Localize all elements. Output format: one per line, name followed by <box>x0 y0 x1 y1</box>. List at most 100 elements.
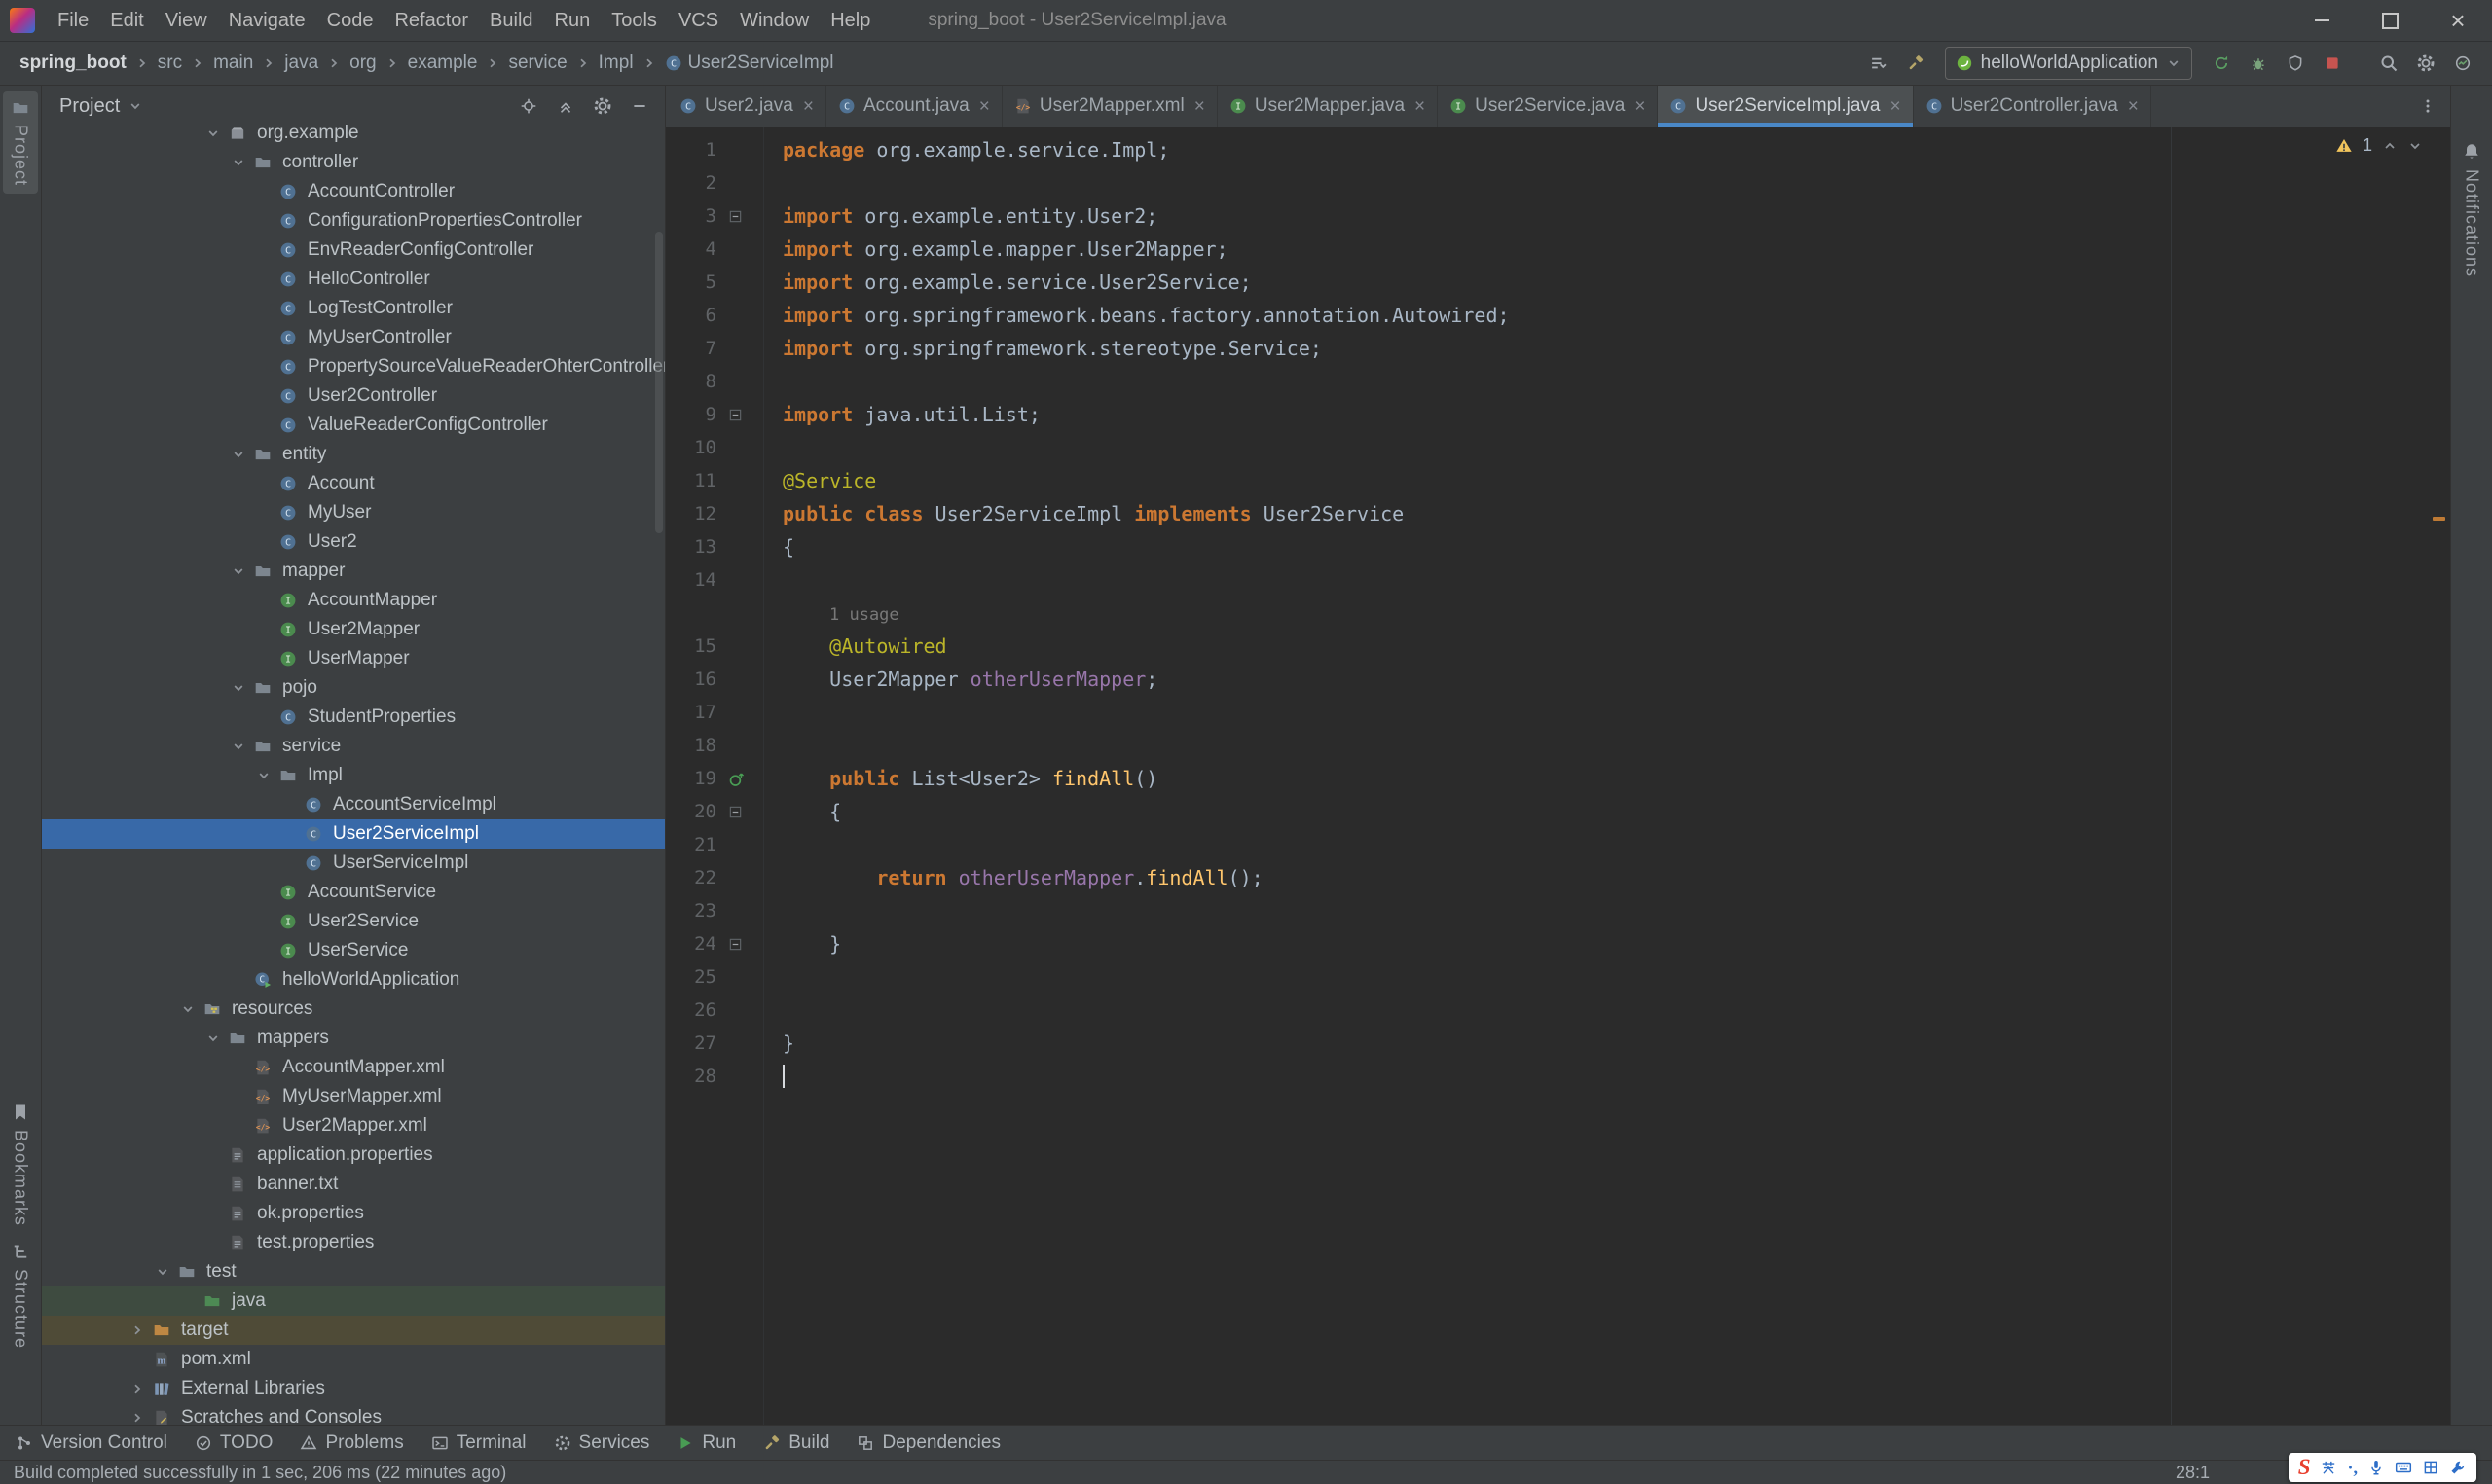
code-text[interactable]: public class User2ServiceImpl implements… <box>775 497 1404 530</box>
tree-item-service[interactable]: service <box>42 732 665 761</box>
fold-icon[interactable] <box>728 805 743 819</box>
toolwindow-button-services[interactable]: Services <box>554 1432 649 1454</box>
project-view-title[interactable]: Project <box>59 95 120 118</box>
tree-item-logtestcontroller[interactable]: C LogTestController <box>42 294 665 323</box>
settings-gear-button[interactable] <box>589 92 616 120</box>
breadcrumb-item-java[interactable]: java <box>280 51 322 76</box>
tree-item-test-properties[interactable]: test.properties <box>42 1228 665 1257</box>
tree-item-user2serviceimpl[interactable]: C User2ServiceImpl <box>42 819 665 849</box>
tree-item-userserviceimpl[interactable]: C UserServiceImpl <box>42 849 665 878</box>
menu-navigate[interactable]: Navigate <box>218 10 316 31</box>
chevron-down-icon[interactable] <box>202 1031 225 1046</box>
chevron-down-icon[interactable] <box>227 155 250 170</box>
stripe-button-structure[interactable]: Structure <box>3 1234 38 1357</box>
menu-build[interactable]: Build <box>479 10 543 31</box>
code-text[interactable]: import org.springframework.beans.factory… <box>775 299 1510 332</box>
chevron-down-icon[interactable] <box>227 680 250 696</box>
tree-item-entity[interactable]: entity <box>42 440 665 469</box>
soft-keyboard-icon[interactable] <box>2395 1459 2412 1476</box>
code-editor[interactable]: 1 package org.example.service.Impl; 2 3 impo… <box>666 127 2450 1425</box>
toolwindow-button-run[interactable]: Run <box>677 1432 736 1454</box>
code-text[interactable] <box>775 828 783 861</box>
breadcrumb-item-service[interactable]: service <box>504 51 570 76</box>
tree-item-myuser[interactable]: C MyUser <box>42 498 665 527</box>
menu-run[interactable]: Run <box>544 10 602 31</box>
tree-item-org-example[interactable]: org.example <box>42 119 665 148</box>
tree-item-pom-xml[interactable]: m pom.xml <box>42 1345 665 1374</box>
stripe-button-project[interactable]: Project <box>3 91 38 195</box>
microphone-icon[interactable] <box>2367 1459 2385 1476</box>
breadcrumb-item-impl[interactable]: Impl <box>595 51 638 76</box>
scrollbar-warning-mark[interactable] <box>2433 517 2445 521</box>
menu-tools[interactable]: Tools <box>601 10 668 31</box>
menu-vcs[interactable]: VCS <box>668 10 729 31</box>
tree-item-ok-properties[interactable]: ok.properties <box>42 1199 665 1228</box>
code-text[interactable] <box>775 1060 785 1093</box>
stripe-button-notifications[interactable]: Notifications <box>2454 134 2489 285</box>
tab-options-button[interactable] <box>2405 86 2450 127</box>
fold-icon[interactable] <box>728 209 743 224</box>
tree-item-user2service[interactable]: I User2Service <box>42 907 665 936</box>
debug-button[interactable] <box>2243 48 2274 79</box>
settings-gear-button[interactable] <box>2410 48 2441 79</box>
build-hammer-button[interactable] <box>1900 48 1931 79</box>
tree-item-helloworldapplication[interactable]: ChelloWorldApplication <box>42 965 665 995</box>
tab-close-icon[interactable]: × <box>1890 97 1901 116</box>
chevron-right-icon[interactable] <box>126 1410 149 1425</box>
code-text[interactable] <box>775 563 783 597</box>
tree-item-mappers[interactable]: mappers <box>42 1024 665 1053</box>
tree-item-accountcontroller[interactable]: C AccountController <box>42 177 665 206</box>
tree-item-envreaderconfigcontroller[interactable]: C EnvReaderConfigController <box>42 235 665 265</box>
toolbox-icon[interactable] <box>2449 1459 2467 1476</box>
toolwindow-button-problems[interactable]: Problems <box>300 1432 404 1454</box>
tab-user2service-java[interactable]: I User2Service.java × <box>1438 86 1659 127</box>
project-tree-scrollbar[interactable] <box>655 232 663 533</box>
code-text[interactable]: @Service <box>775 464 876 497</box>
menu-edit[interactable]: Edit <box>99 10 154 31</box>
tree-item-accountmapper[interactable]: I AccountMapper <box>42 586 665 615</box>
tree-item-configurationpropertiescontroller[interactable]: C ConfigurationPropertiesController <box>42 206 665 235</box>
tree-item-account[interactable]: C Account <box>42 469 665 498</box>
chevron-down-icon[interactable] <box>227 563 250 579</box>
toolwindow-button-build[interactable]: Build <box>763 1432 829 1454</box>
chevron-down-icon[interactable] <box>202 126 225 141</box>
tab-user2-java[interactable]: C User2.java × <box>668 86 826 127</box>
code-text[interactable] <box>775 365 783 398</box>
tab-close-icon[interactable]: × <box>1414 97 1425 116</box>
tree-item-myusermapper-xml[interactable]: </> MyUserMapper.xml <box>42 1082 665 1111</box>
chevron-right-icon[interactable] <box>126 1322 149 1338</box>
stop-button[interactable] <box>2317 48 2348 79</box>
stripe-button-bookmarks[interactable]: Bookmarks <box>3 1095 38 1234</box>
english-mode-icon[interactable] <box>2320 1459 2337 1476</box>
caret-position-widget[interactable]: 28:1 <box>2176 1463 2210 1483</box>
breadcrumb-item-user2serviceimpl[interactable]: C User2ServiceImpl <box>661 51 838 76</box>
minimize-button[interactable] <box>2288 0 2356 41</box>
tree-item-resources[interactable]: resources <box>42 995 665 1024</box>
tab-close-icon[interactable]: × <box>979 97 990 116</box>
code-text[interactable] <box>775 166 783 199</box>
tree-item-hellocontroller[interactable]: C HelloController <box>42 265 665 294</box>
code-text[interactable] <box>775 960 783 994</box>
tab-user2controller-java[interactable]: C User2Controller.java × <box>1914 86 2151 127</box>
tree-item-external-libraries[interactable]: External Libraries <box>42 1374 665 1403</box>
menu-window[interactable]: Window <box>729 10 820 31</box>
tab-close-icon[interactable]: × <box>2128 97 2139 116</box>
search-everywhere-button[interactable] <box>2373 48 2404 79</box>
hide-panel-button[interactable] <box>626 92 653 120</box>
close-button[interactable]: × <box>2424 0 2492 41</box>
code-text[interactable]: @Autowired <box>775 630 946 663</box>
code-text[interactable]: public List<User2> findAll() <box>775 762 1157 795</box>
breadcrumb-item-example[interactable]: example <box>404 51 482 76</box>
maximize-button[interactable] <box>2356 0 2424 41</box>
tree-item-controller[interactable]: controller <box>42 148 665 177</box>
code-text[interactable]: import java.util.List; <box>775 398 1041 431</box>
fold-icon[interactable] <box>728 937 743 952</box>
toolwindow-button-dependencies[interactable]: Dependencies <box>857 1432 1001 1454</box>
punctuation-icon[interactable]: ·, <box>2347 1458 2358 1478</box>
breadcrumb-item-src[interactable]: src <box>154 51 186 76</box>
tree-item-test[interactable]: test <box>42 1257 665 1286</box>
breadcrumb-item-main[interactable]: main <box>209 51 257 76</box>
tree-item-banner-txt[interactable]: banner.txt <box>42 1170 665 1199</box>
code-text[interactable] <box>775 431 783 464</box>
chevron-down-icon[interactable] <box>227 739 250 754</box>
